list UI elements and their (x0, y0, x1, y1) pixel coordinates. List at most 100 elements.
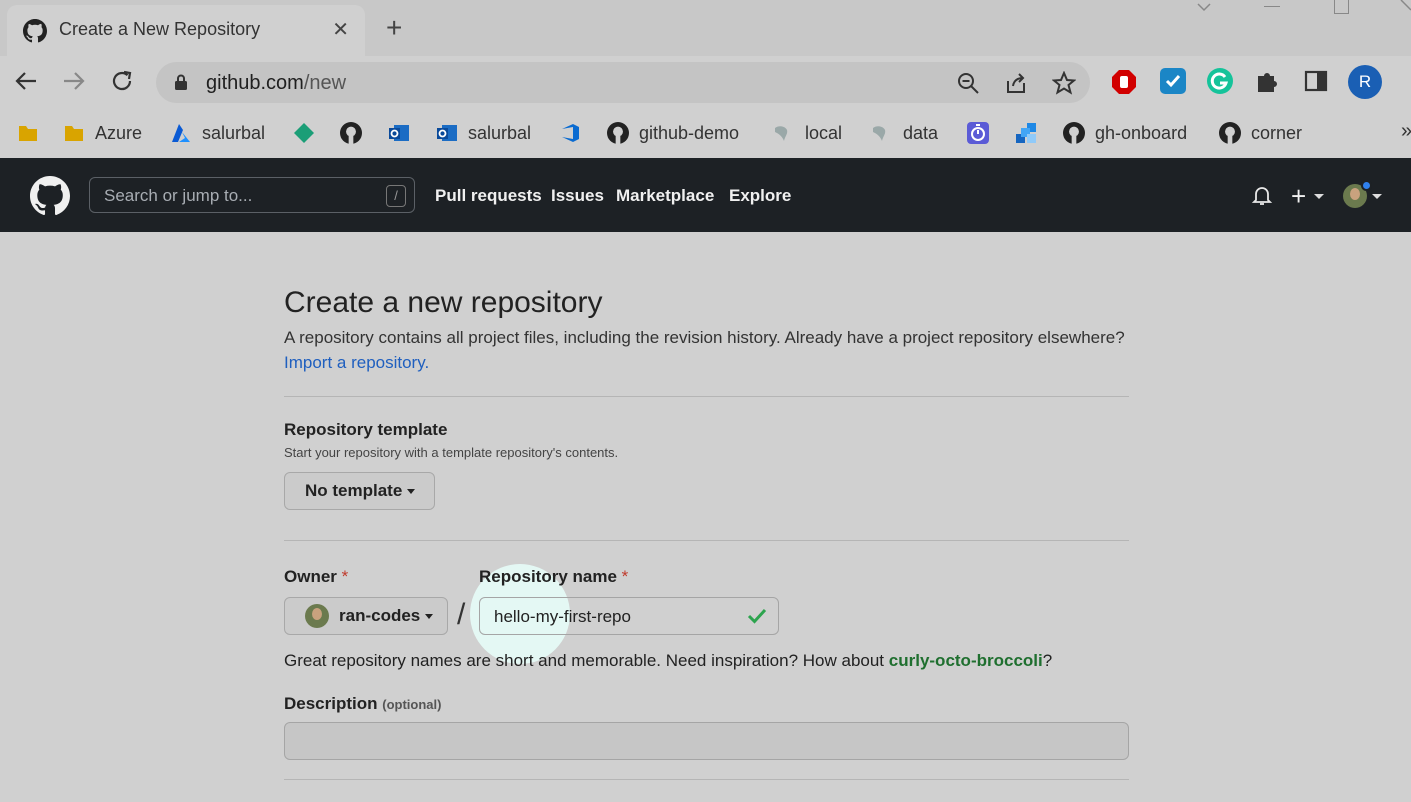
template-button-label: No template (305, 481, 403, 500)
description-label: Description (optional) (284, 694, 442, 713)
bookmark-label: github-demo (639, 122, 740, 143)
bookmark-label: salurbal (202, 122, 266, 143)
github-icon (1219, 122, 1241, 144)
adblock-icon[interactable] (1111, 69, 1137, 95)
nav-explore[interactable]: Explore (729, 186, 791, 206)
lock-icon (175, 74, 187, 90)
star-icon[interactable] (1052, 71, 1076, 95)
bookmark-gh-onboard[interactable]: gh-onboard (1063, 120, 1187, 146)
folder-icon (65, 126, 83, 141)
bookmark-label: data (903, 122, 939, 143)
bookmark-salurbal-azure[interactable]: salurbal (170, 120, 265, 146)
chevron-down-icon[interactable] (1196, 2, 1212, 14)
repository-name-label: Repository name * (479, 567, 629, 586)
caret-down-icon (425, 613, 434, 619)
sidepanel-icon[interactable] (1303, 68, 1329, 94)
suggested-name-link[interactable]: curly-octo-broccoli (889, 651, 1043, 670)
path-separator: / (457, 598, 466, 631)
search-shortcut-key: / (386, 185, 406, 207)
page-description: A repository contains all project files,… (284, 328, 1125, 347)
nav-marketplace[interactable]: Marketplace (616, 186, 714, 206)
avatar-caret-icon (1372, 194, 1382, 199)
owner-value: ran-codes (339, 606, 421, 625)
bookmarks-bar: Azure salurbal salurbal github-demo loca… (0, 108, 1411, 158)
github-header: Search or jump to... / Pull requests Iss… (0, 158, 1411, 232)
blocks-icon (1016, 123, 1036, 143)
tab-create-repository[interactable]: Create a New Repository ✕ (7, 5, 365, 56)
bookmark-label: gh-onboard (1095, 122, 1188, 143)
create-new-button[interactable]: + (1291, 181, 1306, 212)
owner-label: Owner * (284, 567, 349, 586)
caret-down-icon (407, 488, 416, 494)
github-search-input[interactable]: Search or jump to... / (89, 177, 415, 213)
bookmark-diamond[interactable] (293, 120, 315, 146)
address-bar[interactable]: github.com/new (156, 62, 1090, 103)
check-icon (747, 608, 767, 624)
azure-icon (172, 124, 190, 142)
maximize-icon[interactable] (1334, 0, 1349, 14)
bookmark-timer[interactable] (967, 120, 989, 146)
zoom-icon[interactable] (956, 71, 980, 95)
tab-close-button[interactable]: ✕ (332, 17, 349, 42)
outlook-icon (389, 125, 409, 141)
bell-icon[interactable] (1251, 184, 1273, 206)
import-repository-link[interactable]: Import a repository. (284, 353, 429, 373)
github-icon (23, 19, 47, 43)
search-placeholder: Search or jump to... (104, 186, 253, 205)
puzzle-icon[interactable] (1255, 68, 1281, 94)
bookmark-label: salurbal (468, 122, 532, 143)
profile-avatar[interactable]: R (1348, 65, 1382, 99)
divider (284, 540, 1129, 541)
bookmark-github[interactable] (340, 120, 362, 146)
bookmark-local[interactable]: local (773, 120, 842, 146)
folder-icon (19, 126, 37, 141)
owner-select-button[interactable]: ran-codes (284, 597, 448, 635)
github-icon (607, 122, 629, 144)
bookmark-devops[interactable] (559, 120, 581, 146)
map-icon (873, 126, 886, 141)
url-text: github.com/new (206, 72, 347, 94)
github-icon (340, 122, 362, 144)
checklist-icon[interactable] (1160, 68, 1186, 94)
bookmark-github-demo[interactable]: github-demo (607, 120, 739, 146)
outlook-icon (437, 125, 457, 141)
bookmarks-overflow-button[interactable]: » (1401, 118, 1411, 144)
bookmark-blocks[interactable] (1015, 120, 1037, 146)
description-input[interactable] (284, 722, 1129, 760)
page-title: Create a new repository (284, 286, 603, 319)
bookmark-label: Azure (95, 122, 143, 143)
browser-toolbar: github.com/new R (0, 56, 1411, 108)
name-suggestion-hint: Great repository names are short and mem… (284, 651, 1053, 670)
divider (284, 396, 1129, 397)
bookmark-corner[interactable]: corner (1219, 120, 1302, 146)
repository-name-input[interactable]: hello-my-first-repo (479, 597, 779, 635)
bookmark-label: corner (1251, 122, 1303, 143)
tab-title: Create a New Repository (59, 19, 261, 39)
bookmark-azure[interactable]: Azure (63, 120, 142, 146)
bookmark-salurbal-outlook[interactable]: salurbal (436, 120, 531, 146)
forward-icon[interactable] (62, 70, 86, 92)
reload-icon[interactable] (110, 69, 134, 93)
back-icon[interactable] (14, 70, 38, 92)
repository-name-value: hello-my-first-repo (494, 607, 631, 626)
new-repository-form: Create a new repository A repository con… (0, 232, 1411, 802)
devops-icon (562, 124, 579, 142)
share-icon[interactable] (1004, 71, 1028, 95)
diamond-icon (294, 123, 314, 143)
bookmark-data[interactable]: data (871, 120, 938, 146)
bookmark-folder[interactable] (17, 120, 39, 146)
close-icon[interactable] (1400, 0, 1411, 12)
new-tab-button[interactable]: + (386, 13, 402, 43)
bookmark-outlook[interactable] (388, 120, 410, 146)
github-logo-icon[interactable] (30, 176, 70, 216)
template-select-button[interactable]: No template (284, 472, 435, 510)
template-label: Repository template (284, 420, 448, 439)
github-icon (1063, 122, 1085, 144)
tab-strip: Create a New Repository ✕ + (0, 0, 1411, 56)
template-help: Start your repository with a template re… (284, 445, 619, 460)
minimize-icon[interactable] (1264, 6, 1280, 7)
bookmark-label: local (805, 122, 843, 143)
grammarly-icon[interactable] (1207, 68, 1233, 94)
nav-pull-requests[interactable]: Pull requests (435, 186, 542, 206)
nav-issues[interactable]: Issues (551, 186, 604, 206)
